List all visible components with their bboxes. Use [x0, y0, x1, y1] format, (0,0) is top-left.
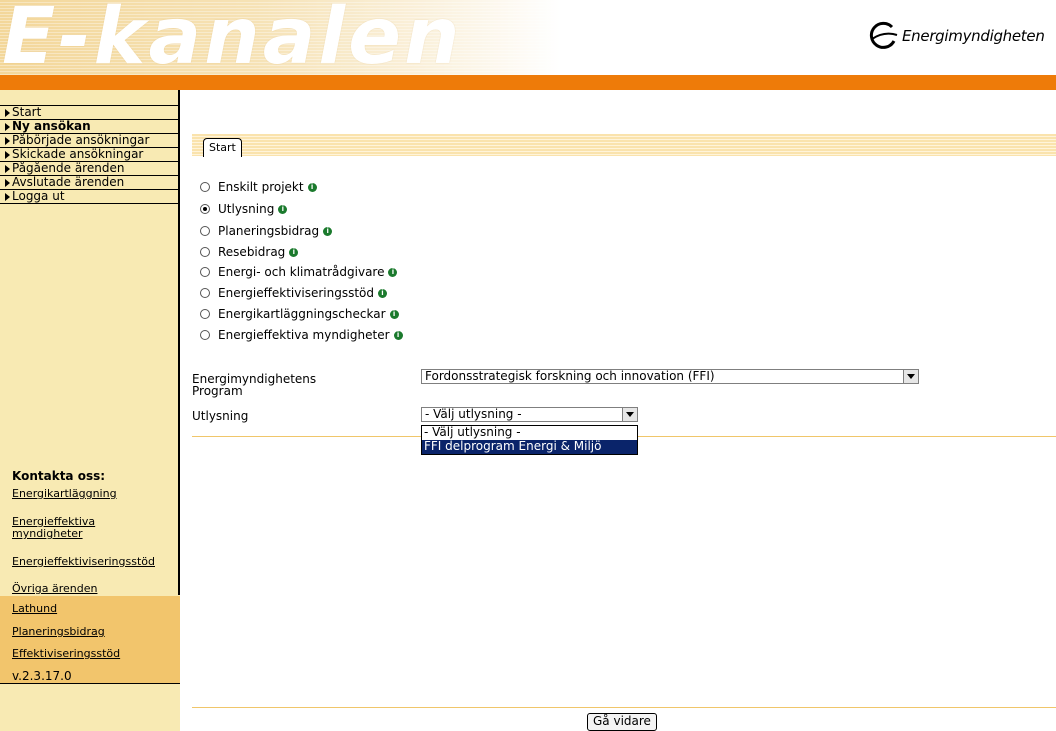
- link-effektiviseringsstod[interactable]: Effektiviseringsstöd: [12, 648, 120, 660]
- radio-button[interactable]: [200, 247, 210, 257]
- info-icon[interactable]: i: [388, 267, 398, 277]
- nav-item-ny-ansokan[interactable]: Ny ansökan: [0, 120, 180, 134]
- tab-start[interactable]: Start: [203, 138, 242, 157]
- radio-label: Energieffektiviseringsstöd: [218, 286, 374, 300]
- radio-label: Resebidrag: [218, 245, 286, 259]
- info-icon[interactable]: i: [289, 247, 299, 257]
- utlysning-label: Utlysning: [192, 409, 249, 423]
- radio-label: Utlysning: [218, 202, 275, 216]
- radio-label: Energikartläggningscheckar: [218, 307, 386, 321]
- nav-item-paborjade-ansokningar[interactable]: Påbörjade ansökningar: [0, 134, 180, 148]
- contact-link-ovriga-arenden[interactable]: Övriga ärenden: [12, 583, 97, 595]
- radio-option-resebidrag[interactable]: Resebidrag i: [200, 245, 299, 259]
- info-icon[interactable]: i: [323, 226, 333, 236]
- version-label: v.2.3.17.0: [12, 669, 72, 683]
- program-label-line2: Program: [192, 384, 243, 398]
- triangle-right-icon: [5, 179, 10, 187]
- logo: Energimyndigheten: [868, 18, 1045, 54]
- sidebar-nav: Start Ny ansökan Påbörjade ansökningar S…: [0, 105, 180, 204]
- energimyndigheten-logo-icon: [869, 21, 898, 49]
- radio-option-enskilt-projekt[interactable]: Enskilt projekt i: [200, 180, 317, 194]
- contact-link-energikartlaggning[interactable]: Energikartläggning: [12, 488, 117, 500]
- dropdown-option[interactable]: - Välj utlysning -: [422, 426, 637, 440]
- info-icon[interactable]: i: [307, 182, 317, 192]
- nav-item-skickade-ansokningar[interactable]: Skickade ansökningar: [0, 148, 180, 162]
- nav-item-pagaende-arenden[interactable]: Pågående ärenden: [0, 162, 180, 176]
- tab-bar: [192, 134, 1056, 156]
- banner-title: E-kanalen: [2, 0, 463, 75]
- nav-item-label: Ny ansökan: [12, 120, 91, 133]
- radio-option-planeringsbidrag[interactable]: Planeringsbidrag i: [200, 224, 333, 238]
- radio-button[interactable]: [200, 309, 210, 319]
- nav-item-label: Pågående ärenden: [12, 162, 125, 175]
- radio-label: Planeringsbidrag: [218, 224, 320, 238]
- nav-item-logga-ut[interactable]: Logga ut: [0, 190, 180, 204]
- program-label: Energimyndighetens Program: [192, 373, 316, 397]
- triangle-right-icon: [5, 165, 10, 173]
- radio-button[interactable]: [200, 330, 210, 340]
- triangle-right-icon: [5, 109, 10, 117]
- radio-button[interactable]: [200, 204, 210, 214]
- nav-item-label: Påbörjade ansökningar: [12, 134, 150, 147]
- radio-label: Energi- och klimatrådgivare: [218, 265, 385, 279]
- info-icon[interactable]: i: [389, 309, 399, 319]
- bottom-divider: [192, 707, 1056, 708]
- info-icon[interactable]: i: [393, 330, 403, 340]
- radio-option-energieffektiviseringsstod[interactable]: Energieffektiviseringsstöd i: [200, 286, 387, 300]
- nav-item-label: Skickade ansökningar: [12, 148, 144, 161]
- header: E-kanalen Energimyndigheten: [0, 0, 1056, 75]
- link-lathund[interactable]: Lathund: [12, 603, 57, 615]
- contact-link-energieffektiviseringsstod[interactable]: Energieffektiviseringsstöd: [12, 556, 155, 568]
- radio-button[interactable]: [200, 226, 210, 236]
- chevron-down-icon[interactable]: [903, 370, 918, 383]
- utlysning-select[interactable]: - Välj utlysning -: [421, 407, 638, 422]
- nav-item-avslutade-arenden[interactable]: Avslutade ärenden: [0, 176, 180, 190]
- radio-label: Energieffektiva myndigheter: [218, 328, 390, 342]
- radio-button[interactable]: [200, 267, 210, 277]
- info-icon[interactable]: i: [378, 288, 387, 298]
- info-icon[interactable]: i: [278, 204, 288, 214]
- triangle-right-icon: [5, 151, 10, 159]
- radio-option-utlysning[interactable]: Utlysning i: [200, 202, 288, 216]
- dropdown-option-highlighted[interactable]: FFI delprogram Energi & Miljö: [422, 440, 637, 454]
- nav-item-label: Start: [12, 106, 42, 119]
- radio-button[interactable]: [200, 182, 210, 192]
- chevron-down-icon[interactable]: [622, 408, 637, 421]
- triangle-right-icon: [5, 193, 10, 201]
- program-select-value: Fordonsstrategisk forskning och innovati…: [425, 369, 715, 383]
- triangle-right-icon: [5, 123, 10, 131]
- logo-text: Energimyndigheten: [902, 27, 1045, 45]
- utlysning-dropdown-list[interactable]: - Välj utlysning - FFI delprogram Energi…: [421, 425, 638, 455]
- contact-title: Kontakta oss:: [12, 469, 106, 483]
- radio-label: Enskilt projekt: [218, 180, 304, 194]
- nav-item-label: Logga ut: [12, 190, 65, 203]
- submit-button[interactable]: Gå vidare: [587, 713, 657, 731]
- link-planeringsbidrag[interactable]: Planeringsbidrag: [12, 626, 105, 638]
- utlysning-select-value: - Välj utlysning -: [425, 407, 522, 421]
- radio-option-energi-och-klimatradgivare[interactable]: Energi- och klimatrådgivare i: [200, 265, 398, 279]
- contact-link-energieffektiva-myndigheter[interactable]: Energieffektiva myndigheter: [12, 516, 132, 540]
- nav-item-label: Avslutade ärenden: [12, 176, 125, 189]
- radio-option-energieffektiva-myndigheter[interactable]: Energieffektiva myndigheter i: [200, 328, 403, 342]
- nav-item-start[interactable]: Start: [0, 106, 180, 120]
- radio-button[interactable]: [200, 288, 210, 298]
- program-select[interactable]: Fordonsstrategisk forskning och innovati…: [421, 369, 919, 384]
- orange-bar: [0, 75, 1056, 90]
- radio-option-energikartlaggningscheckar[interactable]: Energikartläggningscheckar i: [200, 307, 399, 321]
- triangle-right-icon: [5, 137, 10, 145]
